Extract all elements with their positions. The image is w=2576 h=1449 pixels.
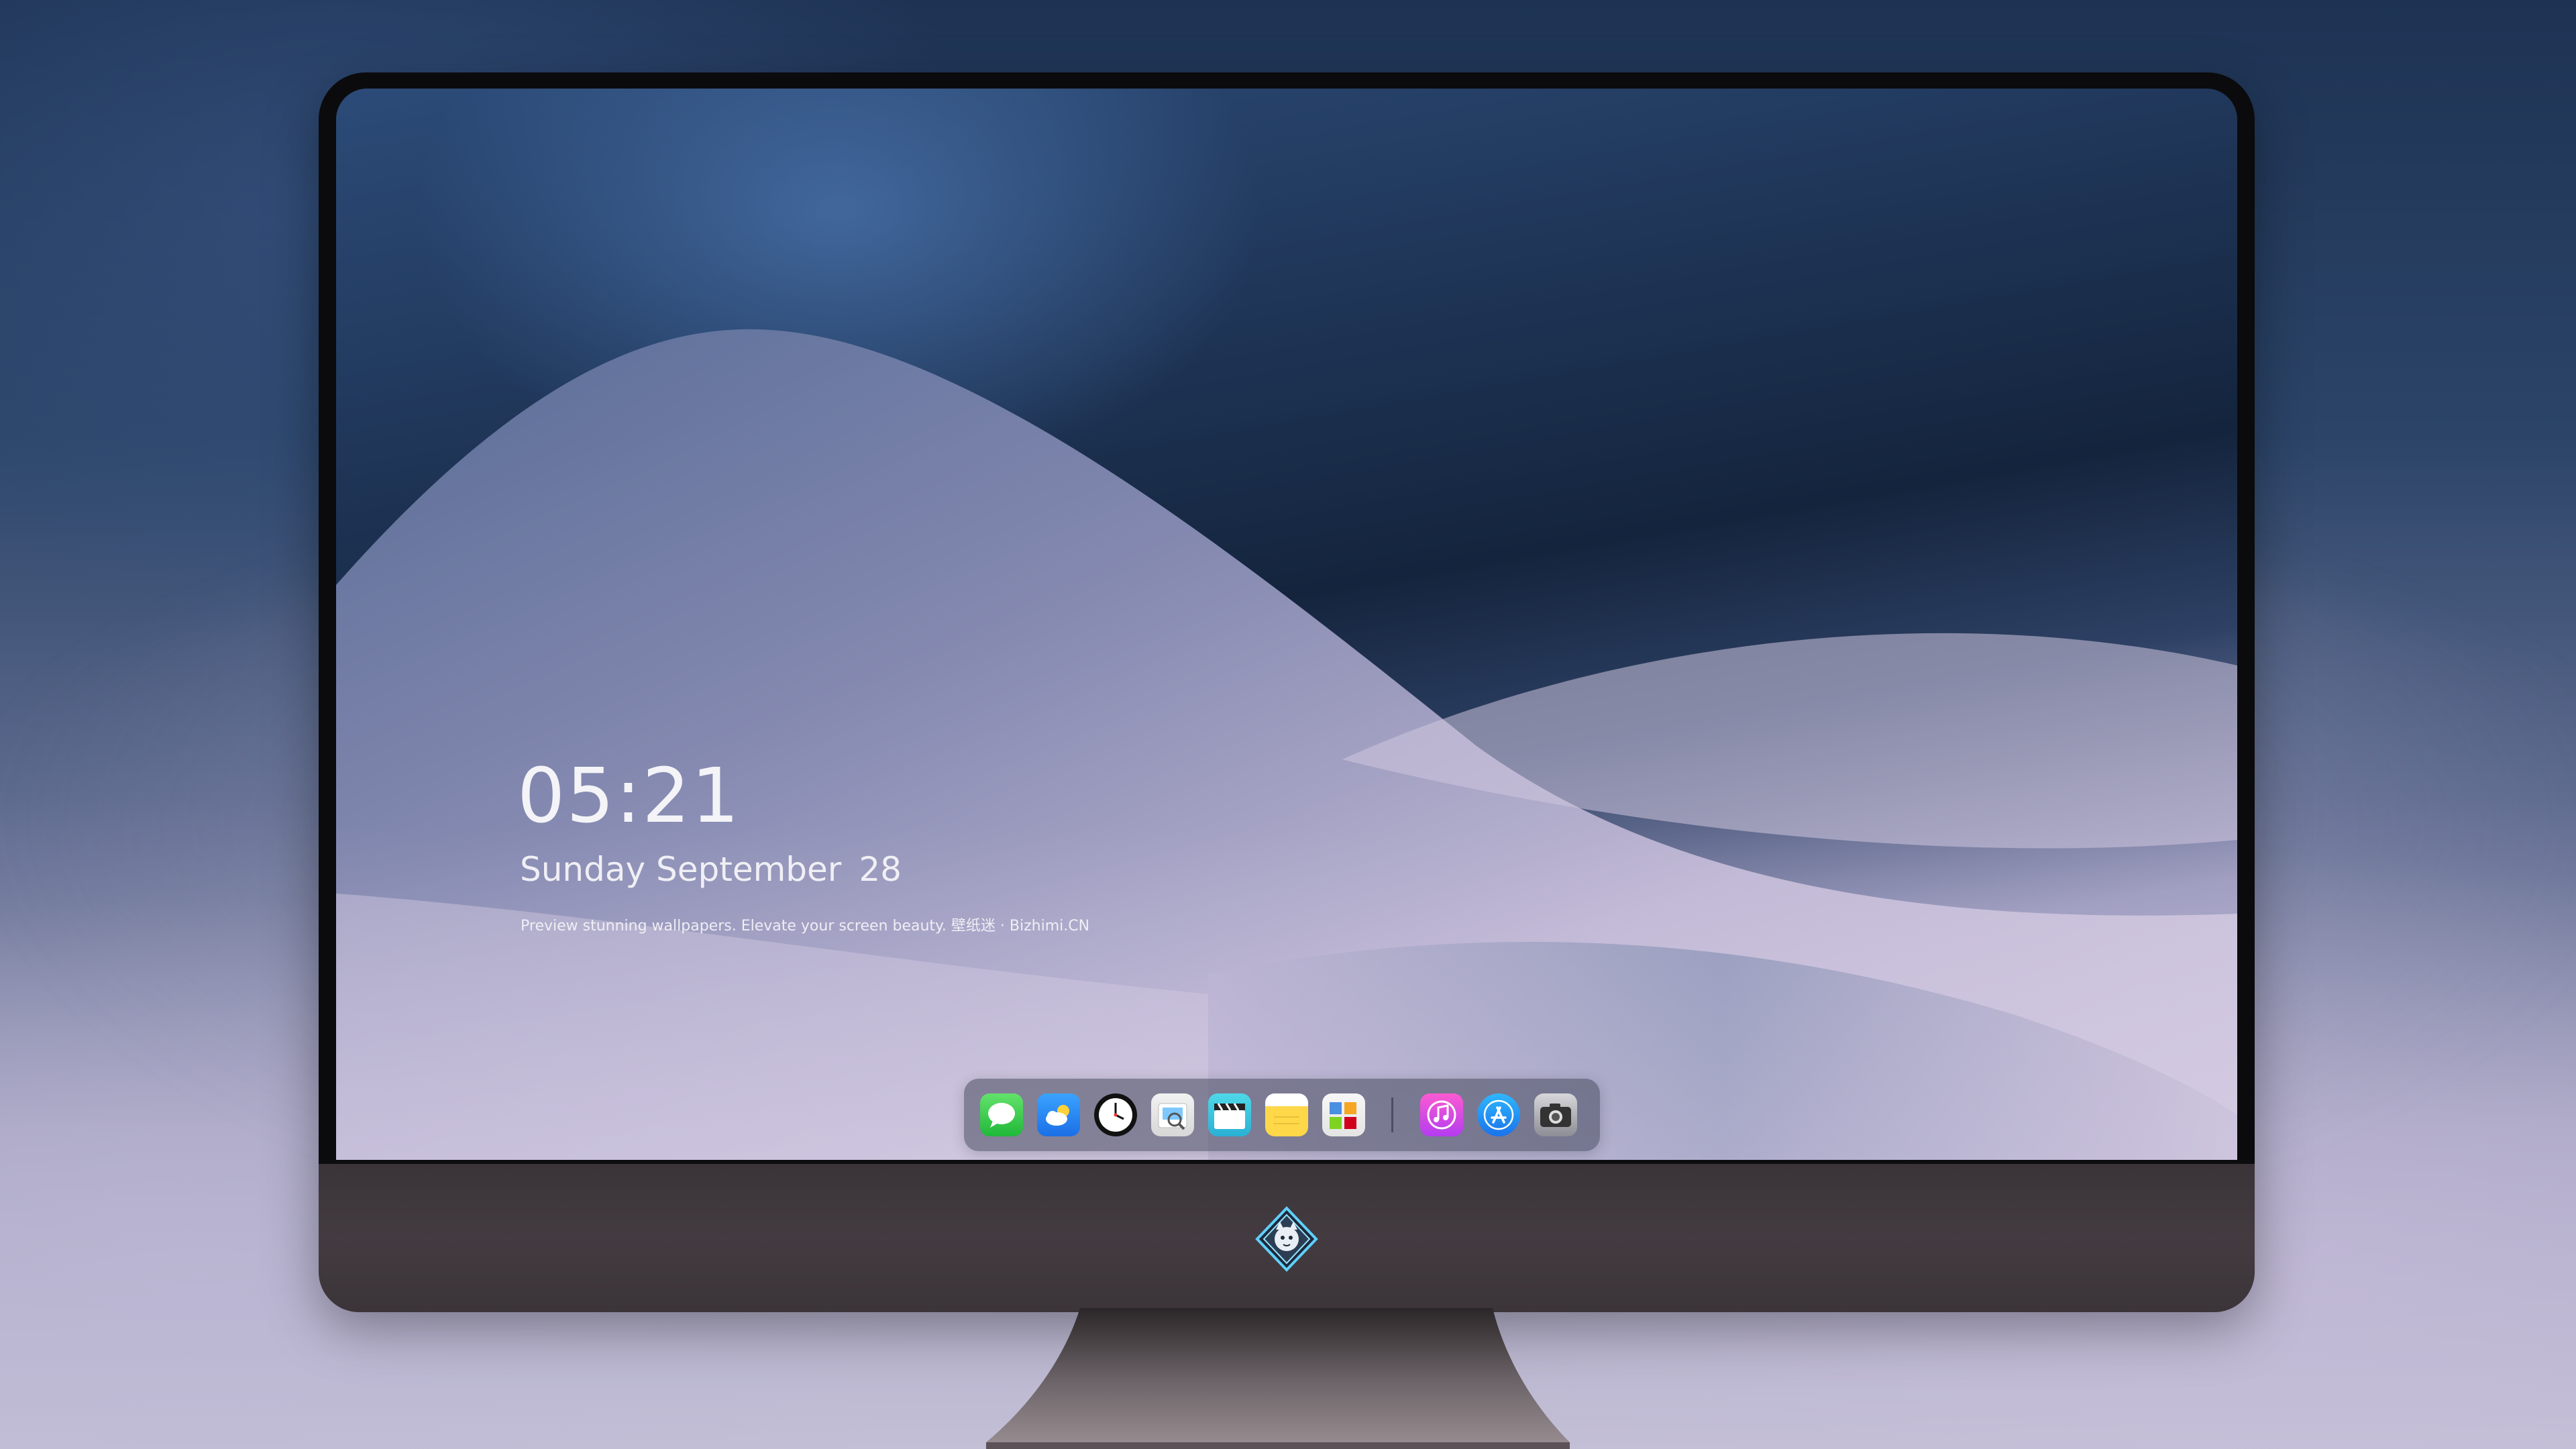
dock: [964, 1079, 1600, 1151]
messages-icon[interactable]: [980, 1093, 1023, 1136]
wallpaper-tagline: Preview stunning wallpapers. Elevate you…: [521, 918, 1090, 934]
lock-date: Sunday September 28: [520, 850, 902, 889]
dock-separator: [1391, 1097, 1393, 1132]
wallpaper-dunes: [336, 329, 2237, 1160]
fox-emblem-logo: [1253, 1205, 1320, 1273]
monitor: 05:21 Sunday September 28 Preview stunnin…: [319, 72, 2255, 1312]
monitor-chin: [319, 1160, 2255, 1312]
camera-icon[interactable]: [1534, 1093, 1577, 1136]
app-store-icon[interactable]: [1477, 1093, 1520, 1136]
music-icon[interactable]: [1420, 1093, 1463, 1136]
monitor-screen: 05:21 Sunday September 28 Preview stunnin…: [336, 89, 2237, 1160]
photos-icon[interactable]: [1322, 1093, 1365, 1136]
clock-icon[interactable]: [1094, 1093, 1137, 1136]
notes-icon[interactable]: [1265, 1093, 1308, 1136]
weather-icon[interactable]: [1037, 1093, 1080, 1136]
lock-clock: 05:21: [517, 753, 741, 840]
wallpaper-background: 05:21 Sunday September 28 Preview stunnin…: [0, 0, 2576, 1449]
preview-icon[interactable]: [1151, 1093, 1194, 1136]
lock-date-day: 28: [859, 850, 902, 889]
monitor-stand: [986, 1308, 1570, 1449]
lock-date-weekday-month: Sunday September: [520, 850, 842, 889]
clapperboard-icon[interactable]: [1208, 1093, 1251, 1136]
